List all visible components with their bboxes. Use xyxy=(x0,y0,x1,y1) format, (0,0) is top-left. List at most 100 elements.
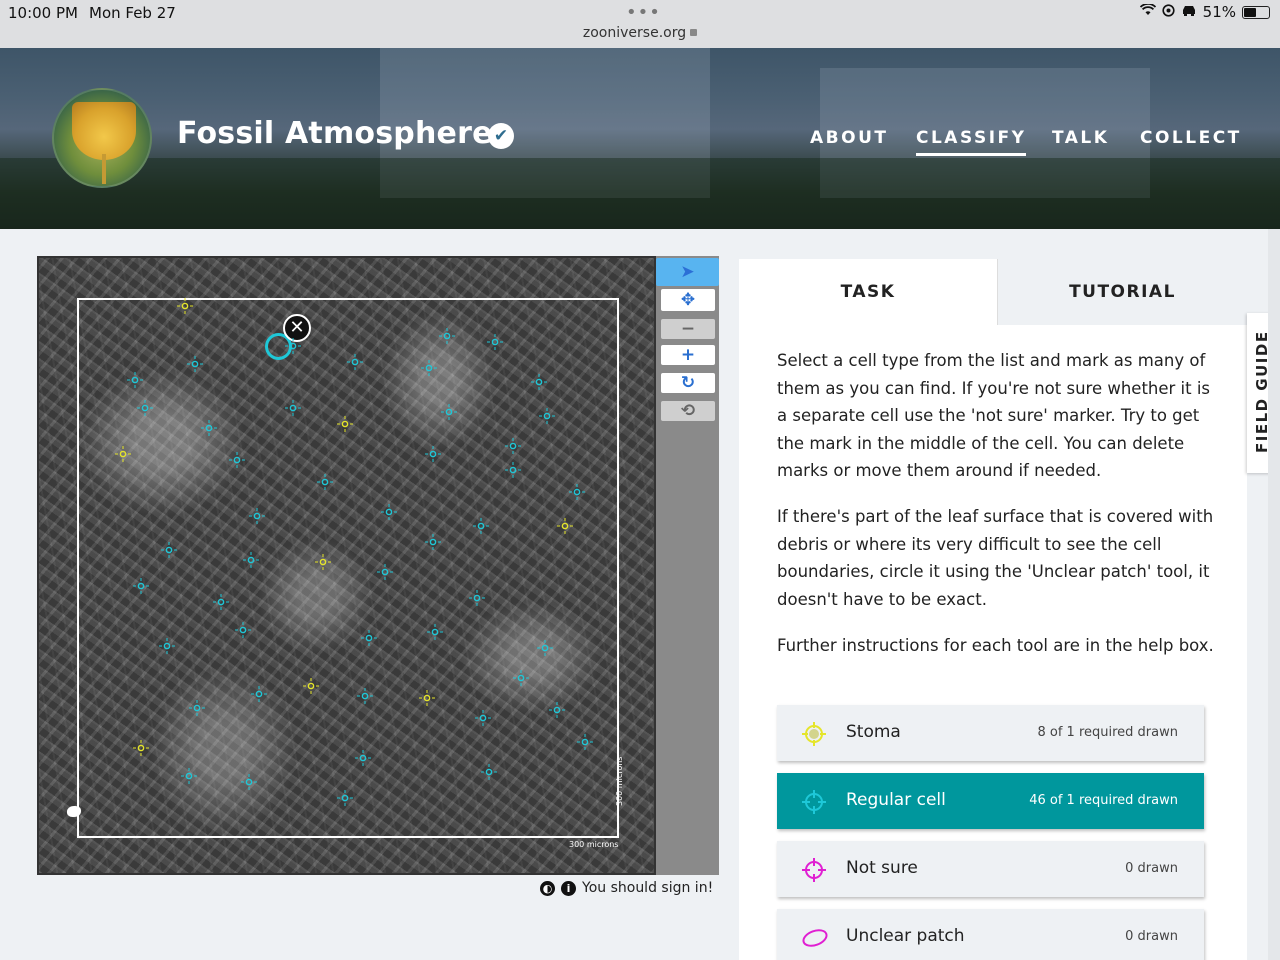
regular-cell-marker[interactable] xyxy=(473,518,489,534)
stoma-crosshair-icon xyxy=(801,721,827,747)
stoma-marker[interactable] xyxy=(303,678,319,694)
tool-not-sure[interactable]: Not sure 0 drawn xyxy=(777,841,1204,897)
nav-classify[interactable]: CLASSIFY xyxy=(916,128,1027,156)
regular-cell-marker[interactable] xyxy=(425,534,441,550)
regular-cell-marker[interactable] xyxy=(505,438,521,454)
regular-cell-marker[interactable] xyxy=(189,700,205,716)
info-icon[interactable]: i xyxy=(561,880,576,896)
instructions-paragraph-3: Further instructions for each tool are i… xyxy=(777,636,1214,655)
status-time: 10:00 PM xyxy=(8,4,78,22)
location-icon xyxy=(1162,3,1175,21)
stoma-marker[interactable] xyxy=(315,554,331,570)
regular-cell-marker[interactable] xyxy=(317,474,333,490)
stoma-marker[interactable] xyxy=(337,416,353,432)
ginkgo-leaf-icon xyxy=(72,102,136,160)
regular-cell-crosshair-icon xyxy=(801,789,827,815)
regular-cell-marker[interactable] xyxy=(187,356,203,372)
move-tool-button[interactable]: ✥ xyxy=(661,289,715,311)
tool-unclear-patch[interactable]: Unclear patch 0 drawn xyxy=(777,909,1204,960)
regular-cell-marker[interactable] xyxy=(201,420,217,436)
zoom-in-button[interactable]: + xyxy=(661,345,715,365)
page-scrollbar[interactable] xyxy=(1268,229,1280,960)
battery-percent: 51% xyxy=(1202,3,1236,21)
regular-cell-marker[interactable] xyxy=(249,508,265,524)
multitask-dots[interactable]: ••• xyxy=(626,2,661,23)
status-date: Mon Feb 27 xyxy=(89,4,176,22)
stoma-marker[interactable] xyxy=(133,740,149,756)
regular-cell-marker[interactable] xyxy=(539,408,555,424)
zoom-out-button[interactable]: − xyxy=(661,319,715,339)
ellipse-icon xyxy=(801,925,828,951)
tool-regular-cell[interactable]: Regular cell 46 of 1 required drawn xyxy=(777,773,1204,829)
regular-cell-marker[interactable] xyxy=(355,750,371,766)
regular-cell-marker[interactable] xyxy=(361,630,377,646)
nav-about[interactable]: ABOUT xyxy=(810,128,888,148)
subject-image[interactable]: 300 microns 300 microns ✕ xyxy=(37,256,656,875)
regular-cell-marker[interactable] xyxy=(235,622,251,638)
regular-cell-marker[interactable] xyxy=(469,590,485,606)
sign-in-notice[interactable]: You should sign in! xyxy=(582,880,713,896)
tab-task[interactable]: TASK xyxy=(739,259,997,325)
regular-cell-marker[interactable] xyxy=(481,764,497,780)
regular-cell-marker[interactable] xyxy=(285,400,301,416)
regular-cell-marker[interactable] xyxy=(251,686,267,702)
regular-cell-marker[interactable] xyxy=(357,688,373,704)
instructions-paragraph-2: If there's part of the leaf surface that… xyxy=(777,507,1214,609)
regular-cell-marker[interactable] xyxy=(531,374,547,390)
regular-cell-marker[interactable] xyxy=(133,578,149,594)
stoma-marker[interactable] xyxy=(419,690,435,706)
regular-cell-marker[interactable] xyxy=(537,640,553,656)
tool-count: 0 drawn xyxy=(1125,929,1178,944)
project-avatar[interactable] xyxy=(52,88,152,188)
nav-talk[interactable]: TALK xyxy=(1052,128,1109,148)
image-toolbar: ➤ ✥ − + ↻ ⟲ xyxy=(656,256,719,875)
viewer-footer: ◐ i You should sign in! xyxy=(540,880,713,896)
tab-tutorial[interactable]: TUTORIAL xyxy=(997,259,1247,325)
regular-cell-marker[interactable] xyxy=(425,446,441,462)
regular-cell-marker[interactable] xyxy=(229,452,245,468)
regular-cell-marker[interactable] xyxy=(285,338,301,354)
tool-name: Not sure xyxy=(846,858,918,878)
regular-cell-marker[interactable] xyxy=(513,670,529,686)
regular-cell-marker[interactable] xyxy=(241,774,257,790)
regular-cell-marker[interactable] xyxy=(549,702,565,718)
address-bar[interactable]: zooniverse.org xyxy=(0,25,1280,41)
stoma-marker[interactable] xyxy=(557,518,573,534)
invert-colors-icon[interactable]: ◐ xyxy=(540,880,555,896)
tool-stoma[interactable]: Stoma 8 of 1 required drawn xyxy=(777,705,1204,761)
url-text: zooniverse.org xyxy=(582,25,687,41)
scale-bar-label-x: 300 microns xyxy=(569,840,619,849)
regular-cell-marker[interactable] xyxy=(213,594,229,610)
regular-cell-marker[interactable] xyxy=(441,404,457,420)
pointer-tool-button[interactable]: ➤ xyxy=(656,258,719,286)
regular-cell-marker[interactable] xyxy=(159,638,175,654)
regular-cell-marker[interactable] xyxy=(569,484,585,500)
rotate-button[interactable]: ↻ xyxy=(661,373,715,393)
regular-cell-marker[interactable] xyxy=(243,552,259,568)
regular-cell-marker[interactable] xyxy=(337,790,353,806)
regular-cell-marker[interactable] xyxy=(377,564,393,580)
nav-collect[interactable]: COLLECT xyxy=(1140,128,1242,148)
lock-icon xyxy=(690,29,698,36)
regular-cell-marker[interactable] xyxy=(421,360,437,376)
regular-cell-marker[interactable] xyxy=(127,372,143,388)
regular-cell-marker[interactable] xyxy=(347,354,363,370)
regular-cell-marker[interactable] xyxy=(487,334,503,350)
tool-name: Unclear patch xyxy=(846,926,965,946)
regular-cell-marker[interactable] xyxy=(137,400,153,416)
reset-view-button[interactable]: ⟲ xyxy=(661,401,715,421)
regular-cell-marker[interactable] xyxy=(439,328,455,344)
regular-cell-marker[interactable] xyxy=(427,624,443,640)
status-bar: 10:00 PM Mon Feb 27 ••• zooniverse.org 5… xyxy=(0,0,1280,48)
tool-name: Stoma xyxy=(846,722,901,742)
regular-cell-marker[interactable] xyxy=(505,462,521,478)
regular-cell-marker[interactable] xyxy=(475,710,491,726)
stoma-marker[interactable] xyxy=(115,446,131,462)
regular-cell-marker[interactable] xyxy=(381,504,397,520)
regular-cell-marker[interactable] xyxy=(577,734,593,750)
stoma-marker[interactable] xyxy=(177,298,193,314)
regular-cell-marker[interactable] xyxy=(181,768,197,784)
wifi-icon xyxy=(1139,3,1156,20)
regular-cell-marker[interactable] xyxy=(161,542,177,558)
project-title[interactable]: Fossil Atmospheres xyxy=(177,116,511,151)
